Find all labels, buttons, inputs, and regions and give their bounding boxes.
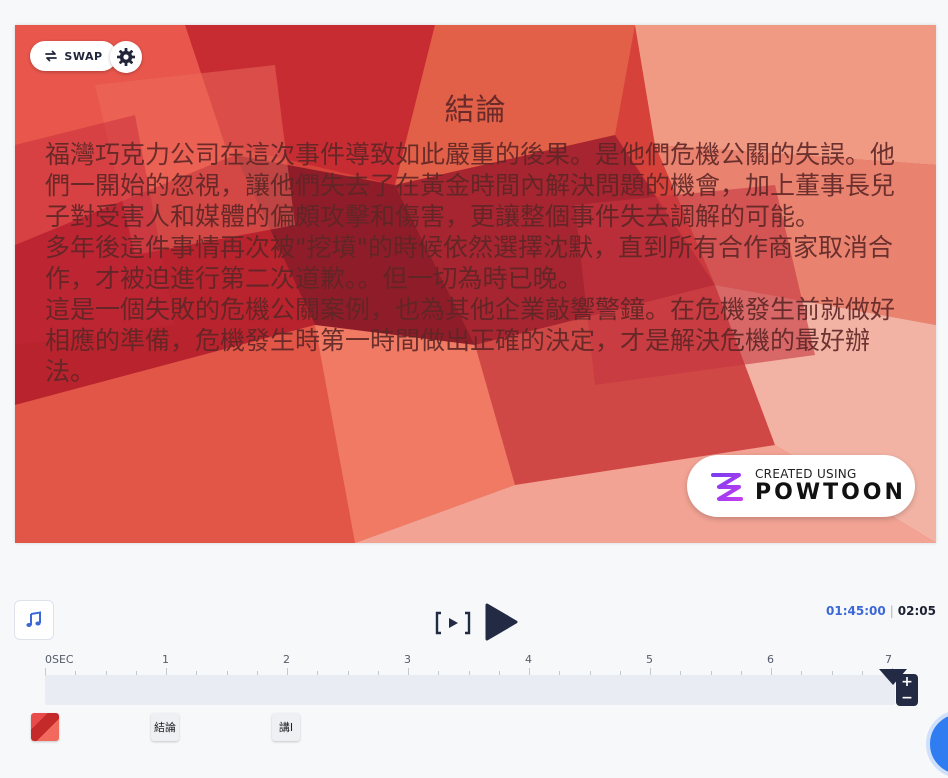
music-button[interactable]	[14, 600, 54, 640]
frame-play-icon	[435, 611, 471, 635]
tick-label: 6	[767, 653, 774, 666]
timeline-ruler[interactable]: 0SEC 1 2 3 4 5 6 7	[0, 650, 948, 678]
slide-thumbnail[interactable]: 講I	[272, 713, 300, 741]
timeline-track[interactable]	[45, 675, 895, 705]
slide-thumbnail[interactable]	[31, 713, 59, 741]
zoom-in-icon[interactable]: +	[901, 675, 913, 689]
tick-label: 4	[525, 653, 532, 666]
settings-button[interactable]	[110, 41, 142, 73]
paragraph: 多年後這件事情再次被"挖墳"的時候依然選擇沈默，直到所有合作商家取消合作，才被迫…	[45, 233, 894, 293]
paragraph: 福灣巧克力公司在這次事件導致如此嚴重的後果。是他們危機公關的失誤。他們一開始的忽…	[45, 140, 896, 231]
tick-label: 3	[404, 653, 411, 666]
badge-brand-text: POWTOON	[755, 480, 906, 505]
tick-label: 7	[885, 653, 892, 666]
total-time: 02:05	[897, 604, 936, 618]
play-icon	[485, 603, 518, 641]
time-separator: |	[889, 604, 894, 618]
swap-label: SWAP	[64, 49, 103, 63]
play-button[interactable]	[484, 603, 518, 641]
tick-label: 0SEC	[45, 653, 74, 666]
slide-body-text[interactable]: 福灣巧克力公司在這次事件導致如此嚴重的後果。是他們危機公關的失誤。他們一開始的忽…	[45, 139, 915, 387]
tick-label: 2	[283, 653, 290, 666]
slide-title[interactable]: 結論	[15, 85, 936, 129]
play-from-frame-button[interactable]	[434, 609, 472, 637]
swap-button[interactable]: SWAP	[30, 41, 117, 71]
slide-thumbnail[interactable]: 結論	[151, 713, 179, 741]
zoom-control[interactable]: + −	[896, 674, 918, 706]
gear-icon	[117, 48, 135, 66]
zoom-out-icon[interactable]: −	[901, 691, 913, 705]
badge-text: CREATED USING POWTOON	[755, 467, 906, 505]
powtoon-badge[interactable]: CREATED USING POWTOON	[687, 455, 915, 517]
tick-label: 1	[162, 653, 169, 666]
tick-label: 5	[646, 653, 653, 666]
music-note-icon	[26, 611, 41, 627]
floating-action-button[interactable]	[926, 710, 948, 778]
slide-canvas[interactable]: 結論 福灣巧克力公司在這次事件導致如此嚴重的後果。是他們危機公關的失誤。他們一開…	[15, 25, 936, 543]
swap-arrows-icon	[45, 50, 58, 62]
current-time: 01:45:00	[826, 604, 886, 618]
badge-small-text: CREATED USING	[755, 467, 857, 481]
powtoon-logo-icon	[711, 473, 743, 501]
paragraph: 這是一個失敗的危機公關案例，也為其他企業敲響警鐘。在危機發生前就做好相應的準備，…	[45, 295, 896, 386]
time-display: 01:45:00 | 02:05	[826, 604, 936, 618]
